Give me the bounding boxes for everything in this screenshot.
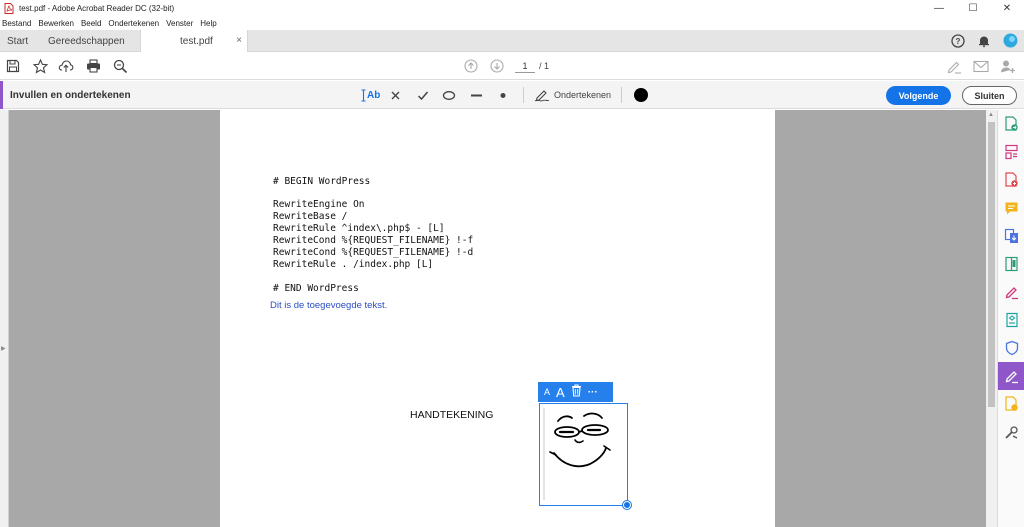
scrollbar-thumb[interactable] [988,122,995,407]
minimize-button[interactable]: — [922,0,956,16]
vertical-scrollbar[interactable]: ▲ [986,110,997,527]
code-line: # BEGIN WordPress [273,176,371,187]
tab-start[interactable]: Start [7,30,28,52]
pen-sign-icon [534,90,550,102]
compress-pdf-icon[interactable] [998,250,1024,278]
ink-color-swatch[interactable] [634,88,648,102]
expand-arrow-icon: ▶ [1,346,6,352]
protect-shield-icon[interactable] [998,334,1024,362]
close-fill-sign-button[interactable]: Sluiten [962,86,1017,105]
fill-sign-accent [0,81,3,109]
tab-document[interactable]: test.pdf × [140,30,248,53]
menu-venster[interactable]: Venster [166,19,193,28]
create-pdf-icon[interactable] [998,166,1024,194]
organize-pages-icon[interactable] [998,138,1024,166]
annotation-toolbar: A A ··· [538,382,613,402]
code-line: RewriteRule ^index\.php$ - [L] [273,223,445,234]
fill-sign-divider [523,87,524,103]
combine-files-icon[interactable] [998,222,1024,250]
bell-icon[interactable] [977,34,991,51]
circle-shape-icon[interactable] [442,87,456,103]
cross-mark-icon[interactable] [390,87,401,103]
page-number-input[interactable] [515,59,535,73]
signature-label: HANDTEKENING [410,409,494,421]
add-text-tool-label: Ab [367,89,381,101]
enhance-scan-icon[interactable] [998,306,1024,334]
bookmark-star-icon[interactable] [32,58,48,74]
trash-icon[interactable] [571,384,582,400]
cloud-upload-icon[interactable] [58,58,74,74]
print-icon[interactable] [85,58,101,74]
signature-box[interactable] [539,403,628,506]
maximize-button[interactable]: ☐ [956,0,990,16]
increase-size-button[interactable]: A [556,385,565,400]
dot-shape-icon[interactable] [499,87,507,103]
fill-sign-title: Invullen en ondertekenen [10,90,131,101]
added-text-field[interactable]: Dit is de toegevoegde tekst. [270,300,387,311]
handwritten-face-drawing [543,408,611,500]
right-tools-rail [997,110,1024,527]
next-button[interactable]: Volgende [886,86,951,105]
more-tools-icon[interactable] [998,418,1024,446]
page-total: / 1 [539,61,550,71]
send-for-review-icon[interactable] [998,390,1024,418]
sign-button[interactable]: Ondertekenen [534,87,611,103]
tab-document-label: test.pdf [180,36,213,47]
page-navigator: / 1 [515,59,549,73]
help-icon[interactable]: ? [951,33,965,51]
fill-sign-toolbar: Invullen en ondertekenen Ab Ondertekenen… [0,81,1024,109]
previous-page-icon[interactable] [463,58,479,74]
menu-bestand[interactable]: Bestand [2,19,31,28]
menu-help[interactable]: Help [200,19,216,28]
fill-sign-pen-icon[interactable] [946,58,962,74]
title-bar: test.pdf - Adobe Acrobat Reader DC (32-b… [0,0,1024,16]
code-line: RewriteBase / [273,211,348,222]
account-avatar-icon[interactable] [1003,33,1018,51]
tabbar-right: ? [951,33,1018,51]
decrease-size-button[interactable]: A [544,387,550,397]
code-line: RewriteCond %{REQUEST_FILENAME} !-d [273,247,474,258]
fill-sign-icon[interactable] [998,278,1024,306]
code-line: RewriteCond %{REQUEST_FILENAME} !-f [273,235,474,246]
check-mark-icon[interactable] [417,87,429,103]
add-text-tool[interactable]: Ab [361,87,380,103]
comment-icon[interactable] [998,194,1024,222]
line-shape-icon[interactable] [470,87,483,103]
main-toolbar: / 1 [0,52,1024,80]
scroll-up-icon[interactable]: ▲ [988,112,994,118]
menu-ondertekenen[interactable]: Ondertekenen [108,19,159,28]
add-user-icon[interactable] [1000,58,1016,74]
mail-icon[interactable] [973,58,989,74]
close-window-button[interactable]: ✕ [990,0,1024,16]
tab-tools[interactable]: Gereedschappen [48,30,125,52]
more-options-button[interactable]: ··· [588,387,598,398]
pdf-page: # BEGIN WordPress RewriteEngine On Rewri… [220,110,775,527]
tab-bar: Start Gereedschappen test.pdf × ? [0,30,1024,53]
next-page-icon[interactable] [489,58,505,74]
fill-sign-divider-2 [621,87,622,103]
menu-beeld[interactable]: Beeld [81,19,101,28]
left-panel-toggle[interactable]: ▶ [0,110,9,527]
window-controls: — ☐ ✕ [922,0,1024,16]
save-icon[interactable] [5,58,21,74]
window-title: test.pdf - Adobe Acrobat Reader DC (32-b… [19,3,175,13]
tab-close-button[interactable]: × [236,35,242,46]
menu-bar: Bestand Bewerken Beeld Ondertekenen Vens… [0,16,1024,30]
code-line: RewriteRule . /index.php [L] [273,259,434,270]
code-line: # END WordPress [273,283,359,294]
acrobat-file-icon [4,2,14,14]
fill-sign-active-icon[interactable] [998,362,1024,390]
resize-handle[interactable] [623,501,631,509]
code-line: RewriteEngine On [273,199,365,210]
sign-button-label: Ondertekenen [554,90,612,100]
menu-bewerken[interactable]: Bewerken [38,19,74,28]
export-pdf-icon[interactable] [998,110,1024,138]
zoom-search-icon[interactable] [112,58,128,74]
svg-text:?: ? [956,37,961,46]
